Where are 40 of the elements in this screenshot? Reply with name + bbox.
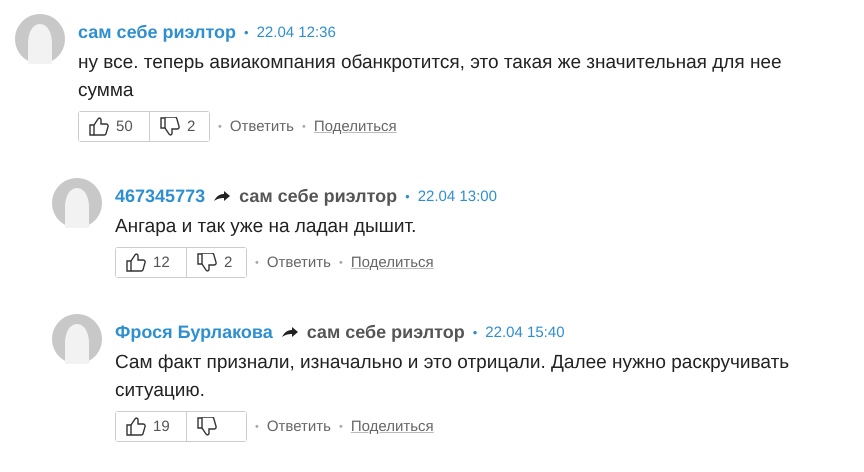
thumbs-up-icon <box>126 417 146 436</box>
separator: • <box>338 420 343 432</box>
comment-text: Сам факт признали, изначально и это отрицали. Далее нужно раскручивать ситуацию. <box>115 351 790 403</box>
thumbs-up-icon <box>126 253 146 272</box>
share-link[interactable]: Поделиться <box>314 118 397 135</box>
comment-time: 22.04 15:40 <box>485 324 565 340</box>
reply-link[interactable]: Ответить <box>266 254 331 271</box>
reply-to-name: сам себе риэлтор <box>306 322 465 342</box>
arrow-icon <box>213 190 232 202</box>
avatar <box>52 314 102 364</box>
dislike-button[interactable]: 2 <box>149 112 209 141</box>
separator: • <box>472 324 478 340</box>
separator: • <box>338 256 343 268</box>
avatar <box>15 14 65 64</box>
separator: • <box>302 120 306 132</box>
reply-link[interactable]: Ответить <box>230 118 294 135</box>
separator: • <box>244 24 249 40</box>
reply-link[interactable]: Ответить <box>266 418 331 435</box>
author-link[interactable]: 467345773 <box>115 186 206 206</box>
avatar <box>52 178 102 228</box>
separator: • <box>255 256 259 268</box>
reply-to-name: сам себе риэлтор <box>239 186 398 206</box>
separator: • <box>218 120 222 132</box>
comment-text: ну все. теперь авиакомпания обанкротится, это такая же значительная для нее сумма <box>78 51 783 103</box>
author-link[interactable]: Фрося Бурлакова <box>115 322 273 342</box>
separator: • <box>405 188 410 204</box>
thumbs-down-icon <box>197 417 217 436</box>
share-link[interactable]: Поделиться <box>350 254 434 271</box>
thumbs-down-icon <box>160 117 180 136</box>
dislike-button[interactable]: 2 <box>186 248 246 277</box>
thumbs-up-icon <box>89 117 109 136</box>
dislike-button[interactable] <box>186 412 246 441</box>
comment-time: 22.04 12:36 <box>256 24 336 40</box>
comment-text: Ангара и так уже на ладан дышит. <box>115 215 418 239</box>
share-link[interactable]: Поделиться <box>350 418 434 435</box>
arrow-icon <box>280 326 299 338</box>
separator: • <box>255 420 259 432</box>
thumbs-down-icon <box>197 253 217 272</box>
author-link[interactable]: сам себе риэлтор <box>78 22 236 42</box>
comment-time: 22.04 13:00 <box>418 188 497 204</box>
